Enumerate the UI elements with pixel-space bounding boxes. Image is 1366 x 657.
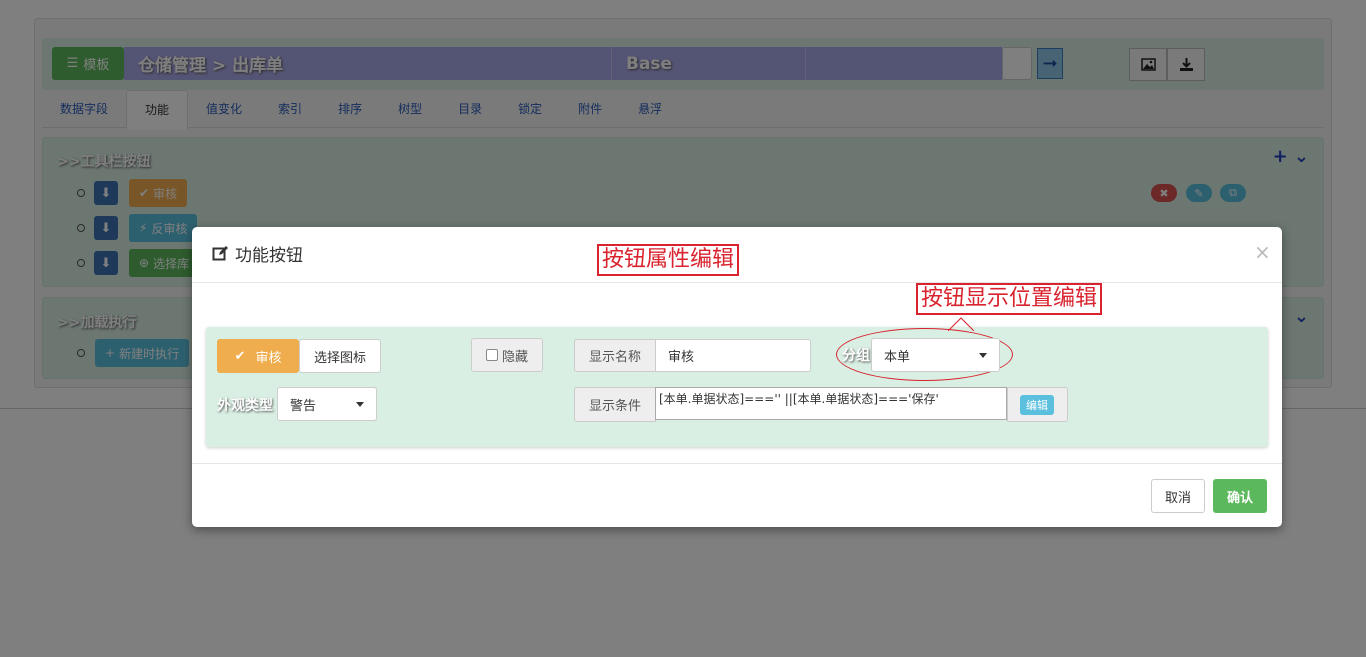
confirm-button[interactable]: 确认 (1213, 479, 1267, 513)
caret-down-icon (979, 353, 987, 358)
modal-title-text: 功能按钮 (235, 246, 303, 266)
choose-icon-button[interactable]: 选择图标 (299, 339, 381, 373)
condition-textarea[interactable]: [本单.单据状态]==='' ||[本单.单据状态]==='保存' (655, 387, 1007, 420)
annotation-position-edit: 按钮显示位置编辑 (916, 283, 1103, 315)
check-icon: ✔ (234, 348, 246, 364)
hide-checkbox-group[interactable]: 隐藏 (471, 338, 543, 372)
appearance-label: 外观类型 (217, 398, 273, 414)
annotation-attr-edit: 按钮属性编辑 (597, 244, 740, 276)
edit-icon (212, 246, 228, 261)
caret-down-icon (356, 402, 364, 407)
condition-edit-button[interactable]: 编辑 (1020, 395, 1054, 415)
group-select[interactable]: 本单 (871, 338, 1000, 372)
condition-label: 显示条件 (574, 387, 656, 422)
hide-checkbox[interactable] (485, 349, 498, 361)
close-icon[interactable]: × (1254, 240, 1271, 264)
annotation-pointer (947, 317, 975, 332)
modal-header-divider (192, 282, 1282, 283)
group-label: 分组 (842, 348, 870, 364)
cancel-button[interactable]: 取消 (1151, 479, 1205, 513)
modal-footer-divider (192, 463, 1282, 464)
display-name-input[interactable]: 审核 (655, 339, 811, 372)
display-name-label: 显示名称 (574, 339, 656, 372)
modal-title: 功能按钮 (212, 241, 303, 266)
preview-button[interactable]: ✔ 审核 (217, 339, 299, 373)
appearance-select[interactable]: 警告 (277, 387, 377, 421)
